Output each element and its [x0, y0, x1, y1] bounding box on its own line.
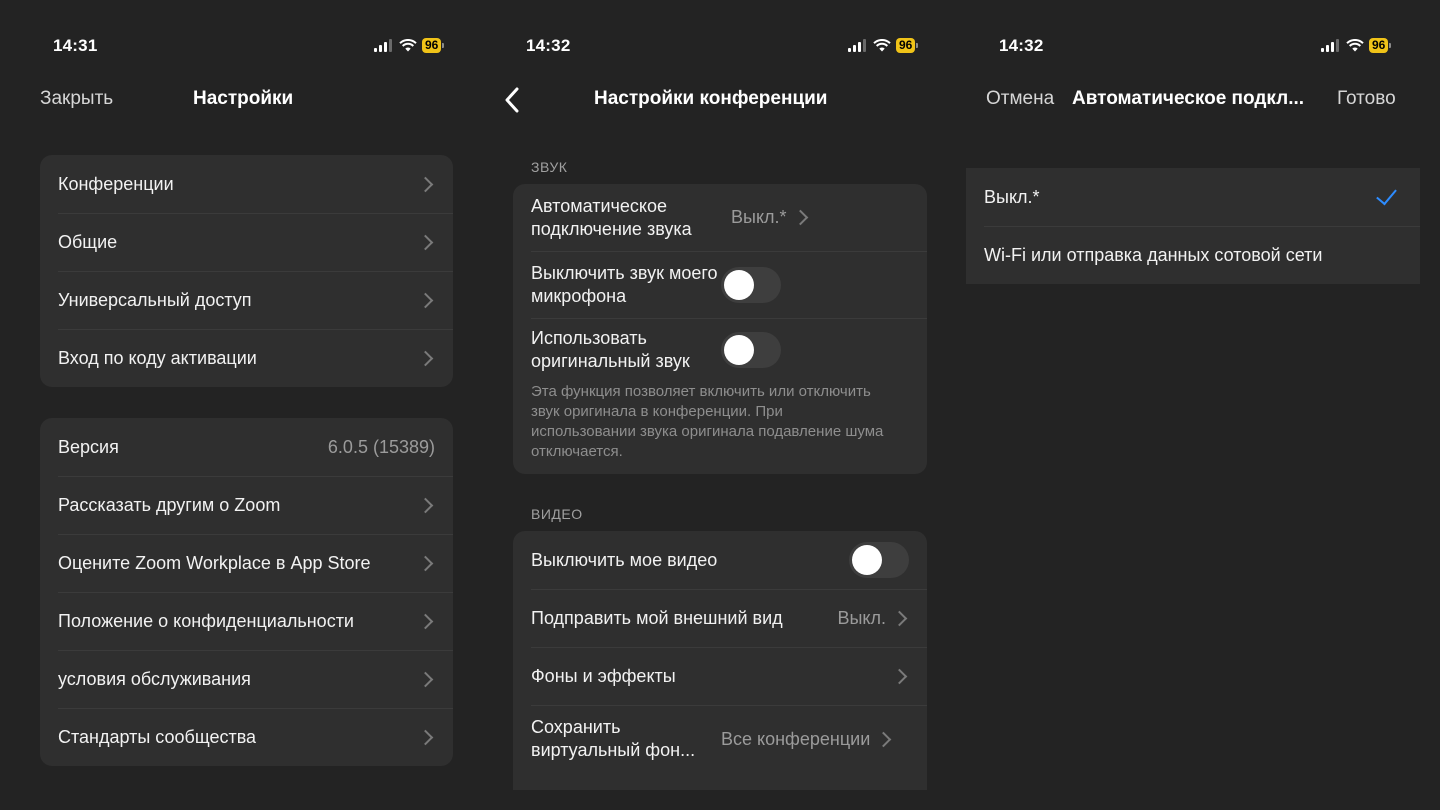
setting-label: Фоны и эффекты — [531, 665, 676, 686]
status-bar: 14:32 96 — [950, 36, 1440, 60]
chevron-right-icon — [417, 671, 434, 687]
option-off[interactable]: Выкл.* — [966, 168, 1420, 226]
sound-settings-group: Автоматическое подключение звука Выкл.* … — [513, 184, 927, 474]
mute-mic-row: Выключить звук моего микрофона — [513, 251, 927, 318]
toggle-knob — [724, 335, 754, 365]
wifi-icon — [873, 39, 891, 52]
version-value: 6.0.5 (15389) — [327, 436, 435, 457]
page-title: Автоматическое подкл... — [1072, 88, 1305, 109]
video-settings-group: Выключить мое видео Подправить мой внешн… — [513, 531, 927, 790]
turn-off-video-row: Выключить мое видео — [513, 531, 927, 589]
signal-icon — [1321, 39, 1339, 52]
settings-item-accessibility[interactable]: Универсальный доступ — [40, 271, 453, 329]
settings-item-label: Универсальный доступ — [58, 289, 252, 310]
chevron-right-icon — [891, 610, 908, 626]
page-title: Настройки конференции — [594, 88, 828, 109]
chevron-right-icon — [417, 234, 434, 250]
setting-label: Выключить звук моего микрофона — [531, 262, 718, 306]
settings-item-label: Рассказать другим о Zoom — [58, 494, 281, 515]
chevron-right-icon — [417, 292, 434, 308]
meeting-settings-screen: 14:32 96 Настройки конференции ЗВУК Авто… — [476, 0, 950, 810]
settings-item-meetings[interactable]: Конференции — [40, 155, 453, 213]
settings-item-terms[interactable]: условия обслуживания — [40, 650, 453, 708]
settings-item-label: Стандарты сообщества — [58, 726, 257, 747]
setting-value: Выкл.* — [731, 207, 787, 227]
settings-item-label: условия обслуживания — [58, 668, 251, 689]
section-header-sound: ЗВУК — [531, 159, 568, 175]
auto-audio-row[interactable]: Автоматическое подключение звука Выкл.* — [513, 184, 927, 251]
toggle-knob — [852, 545, 882, 575]
option-label: Wi-Fi или отправка данных сотовой сети — [984, 244, 1323, 265]
mute-mic-toggle[interactable] — [721, 266, 781, 303]
nav-bar: Настройки конференции — [476, 86, 950, 114]
back-chevron-icon[interactable] — [504, 87, 520, 113]
settings-item-label: Конференции — [58, 173, 174, 194]
settings-item-activation-code[interactable]: Вход по коду активации — [40, 329, 453, 387]
setting-value: Все конференции — [721, 728, 871, 749]
chevron-right-icon — [891, 668, 908, 684]
setting-label: Использовать оригинальный звук — [531, 328, 690, 371]
setting-label: Автоматическое подключение звука — [531, 195, 692, 239]
chevron-right-icon — [417, 497, 434, 513]
status-time: 14:31 — [53, 36, 98, 55]
page-title: Настройки — [193, 88, 294, 109]
save-virtual-background-row[interactable]: Сохранить виртуальный фон... Все конфере… — [513, 705, 927, 773]
chevron-right-icon — [792, 209, 808, 226]
status-bar: 14:32 96 — [476, 36, 950, 60]
settings-item-label: Положение о конфиденциальности — [58, 610, 354, 631]
settings-screen: 14:31 96 Закрыть Настройки Конференции О… — [0, 0, 474, 810]
battery-icon: 96 — [422, 38, 445, 53]
settings-item-tell-others[interactable]: Рассказать другим о Zoom — [40, 476, 453, 534]
auto-audio-screen: 14:32 96 Отмена Автоматическое подкл... … — [950, 0, 1440, 810]
option-label: Выкл.* — [984, 186, 1040, 207]
chevron-right-icon — [417, 555, 434, 571]
settings-item-label: Версия — [58, 436, 119, 457]
settings-group-main: Конференции Общие Универсальный доступ В… — [40, 155, 453, 387]
original-sound-row: Использовать оригинальный звук — [513, 318, 927, 382]
nav-bar: Отмена Автоматическое подкл... Готово — [950, 86, 1440, 114]
done-button[interactable]: Готово — [1337, 88, 1396, 110]
settings-item-rate-app[interactable]: Оцените Zoom Workplace в App Store — [40, 534, 453, 592]
auto-audio-options: Выкл.* Wi-Fi или отправка данных сотовой… — [966, 168, 1420, 284]
wifi-icon — [399, 39, 417, 52]
settings-item-label: Общие — [58, 231, 118, 252]
backgrounds-effects-row[interactable]: Фоны и эффекты — [513, 647, 927, 705]
nav-bar: Закрыть Настройки — [0, 86, 474, 114]
chevron-right-icon — [875, 731, 892, 747]
status-bar: 14:31 96 — [0, 36, 474, 60]
cancel-button[interactable]: Отмена — [986, 88, 1054, 110]
original-sound-description: Эта функция позволяет включить или отклю… — [531, 383, 884, 460]
wifi-icon — [1346, 39, 1364, 52]
settings-item-general[interactable]: Общие — [40, 213, 453, 271]
battery-icon: 96 — [1369, 38, 1392, 53]
settings-item-version: Версия 6.0.5 (15389) — [40, 418, 453, 476]
setting-value: Выкл. — [837, 607, 886, 628]
status-time: 14:32 — [999, 36, 1044, 55]
chevron-right-icon — [417, 613, 434, 629]
toggle-knob — [724, 269, 754, 300]
turn-off-video-toggle[interactable] — [849, 542, 909, 578]
settings-item-community[interactable]: Стандарты сообщества — [40, 708, 453, 766]
chevron-right-icon — [417, 350, 434, 366]
setting-label: Подправить мой внешний вид — [531, 607, 783, 628]
settings-group-about: Версия 6.0.5 (15389) Рассказать другим о… — [40, 418, 453, 766]
settings-item-privacy[interactable]: Положение о конфиденциальности — [40, 592, 453, 650]
close-button[interactable]: Закрыть — [40, 88, 113, 110]
setting-label: Выключить мое видео — [531, 549, 718, 570]
status-time: 14:32 — [526, 36, 571, 55]
touch-up-row[interactable]: Подправить мой внешний вид Выкл. — [513, 589, 927, 647]
chevron-right-icon — [417, 729, 434, 745]
signal-icon — [848, 39, 866, 52]
chevron-right-icon — [417, 176, 434, 192]
original-sound-toggle[interactable] — [721, 332, 781, 368]
settings-item-label: Оцените Zoom Workplace в App Store — [58, 552, 371, 573]
battery-icon: 96 — [896, 38, 919, 53]
setting-label: Сохранить виртуальный фон... — [531, 717, 696, 760]
settings-item-label: Вход по коду активации — [58, 347, 257, 368]
signal-icon — [374, 39, 392, 52]
section-header-video: ВИДЕО — [531, 506, 583, 522]
option-wifi-cellular[interactable]: Wi-Fi или отправка данных сотовой сети — [966, 226, 1420, 284]
